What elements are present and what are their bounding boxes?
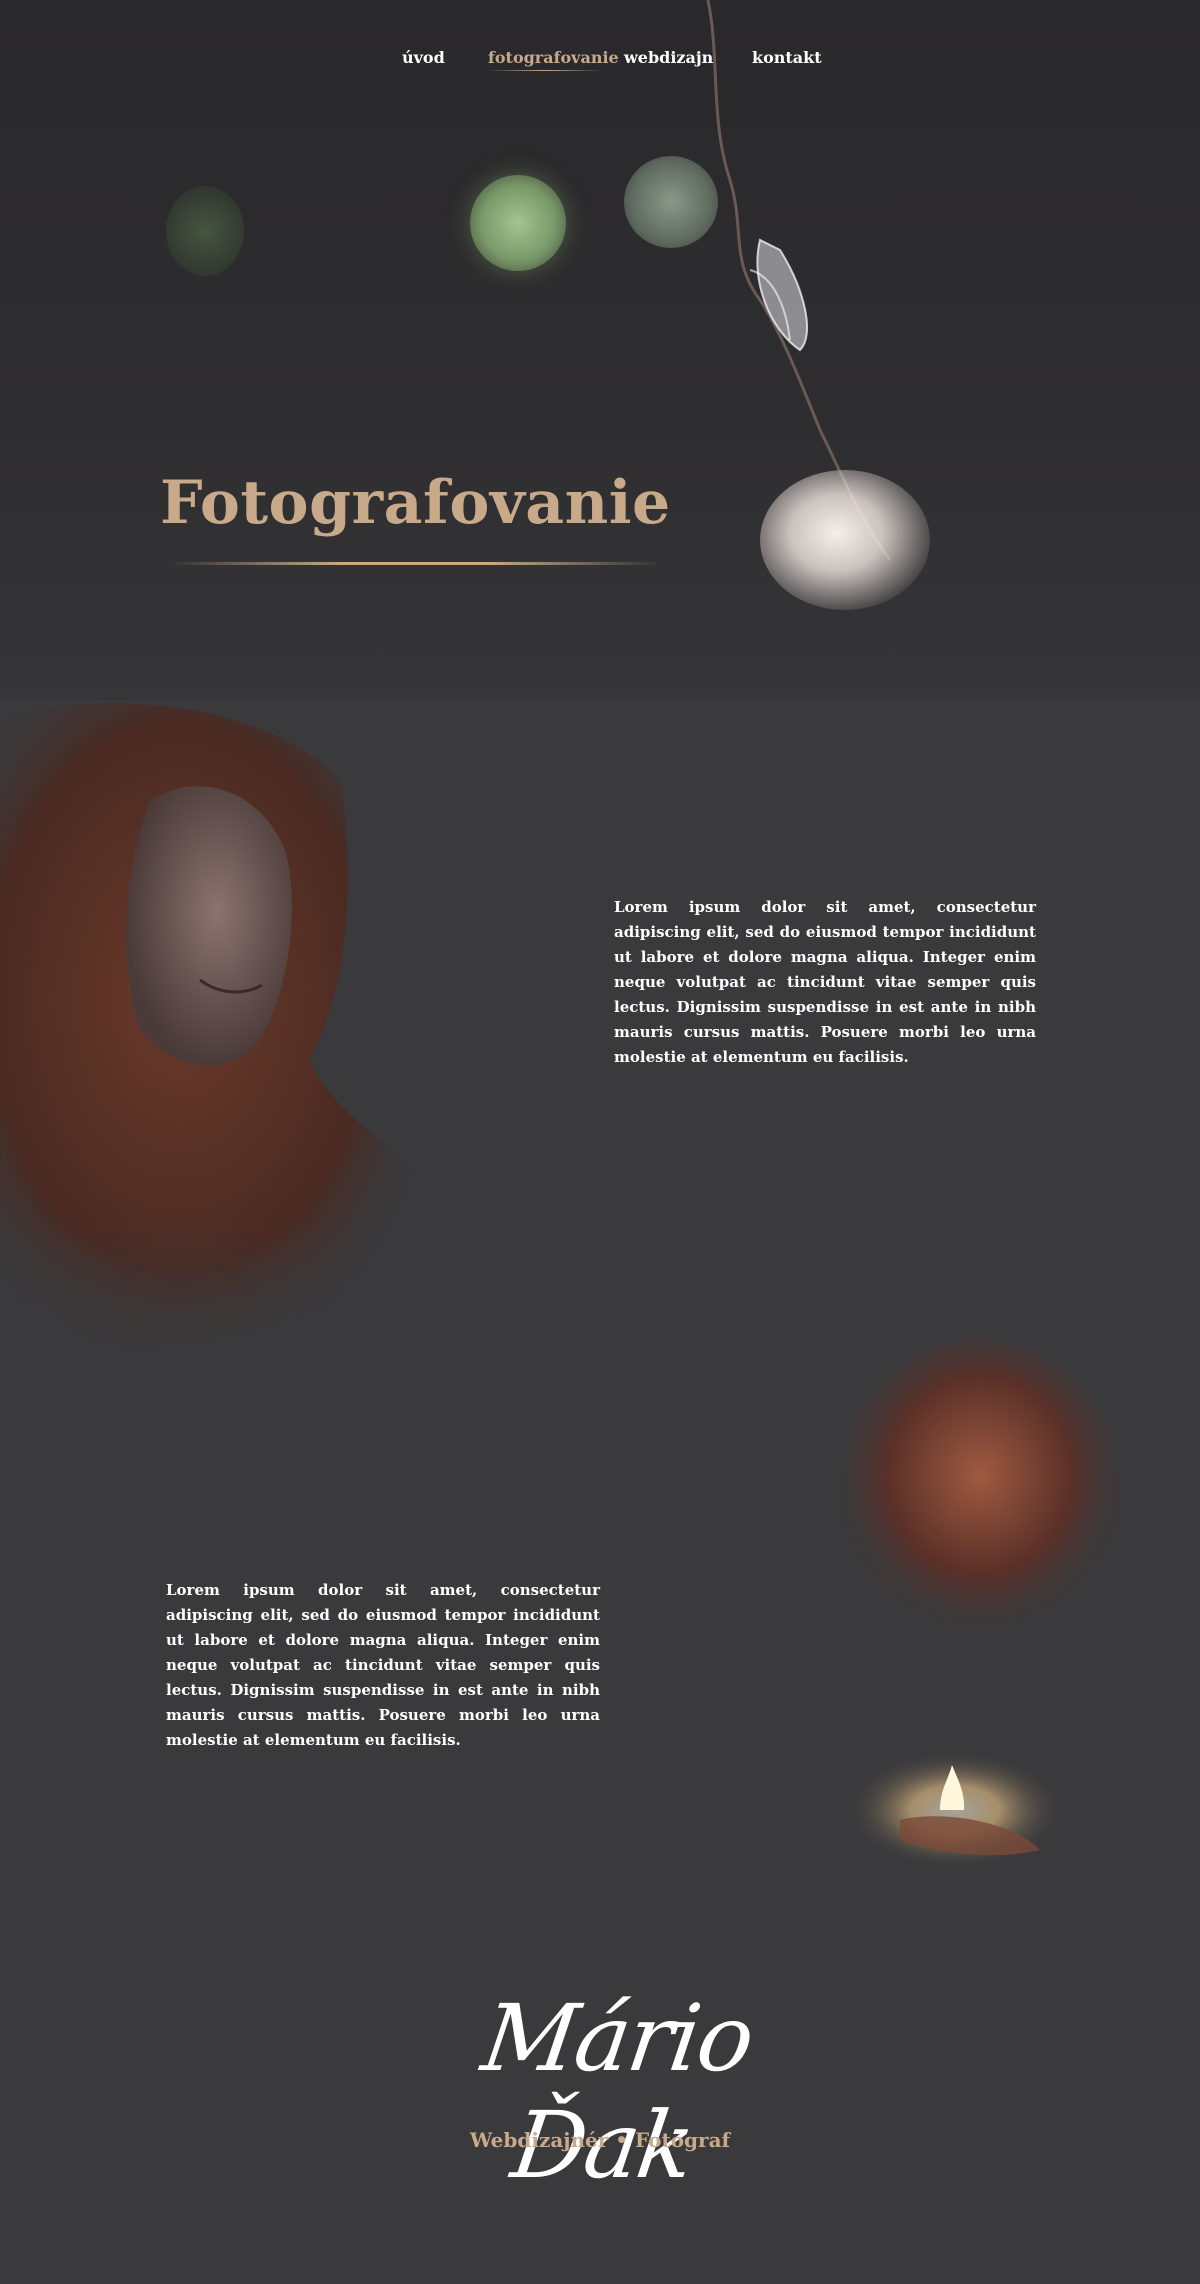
nav-item-fotografovanie[interactable]: fotografovanie	[488, 48, 619, 67]
signature-logo: Mário Ďak	[476, 1985, 759, 2199]
bokeh-light	[470, 175, 566, 271]
title-divider	[170, 562, 660, 565]
nav-item-webdizajn[interactable]: webdizajn	[624, 48, 713, 67]
nav-item-uvod[interactable]: úvod	[402, 48, 445, 67]
main-nav: úvod fotografovanie webdizajn kontakt	[0, 48, 1200, 78]
portrait-photo-hood	[0, 703, 460, 1380]
portrait-photo-lighter	[840, 1340, 1120, 1870]
footer-tagline: Webdizajnér • Fotograf	[469, 2128, 731, 2152]
page-title: Fotografovanie	[160, 468, 671, 538]
flower-blur	[760, 470, 930, 610]
bokeh-light	[166, 186, 244, 276]
section-text-2: Lorem ipsum dolor sit amet, consectetur …	[166, 1581, 600, 1749]
hero-background	[0, 0, 1200, 700]
section-text-1: Lorem ipsum dolor sit amet, consectetur …	[614, 898, 1036, 1066]
nav-item-kontakt[interactable]: kontakt	[752, 48, 822, 67]
active-nav-underline	[486, 70, 604, 71]
